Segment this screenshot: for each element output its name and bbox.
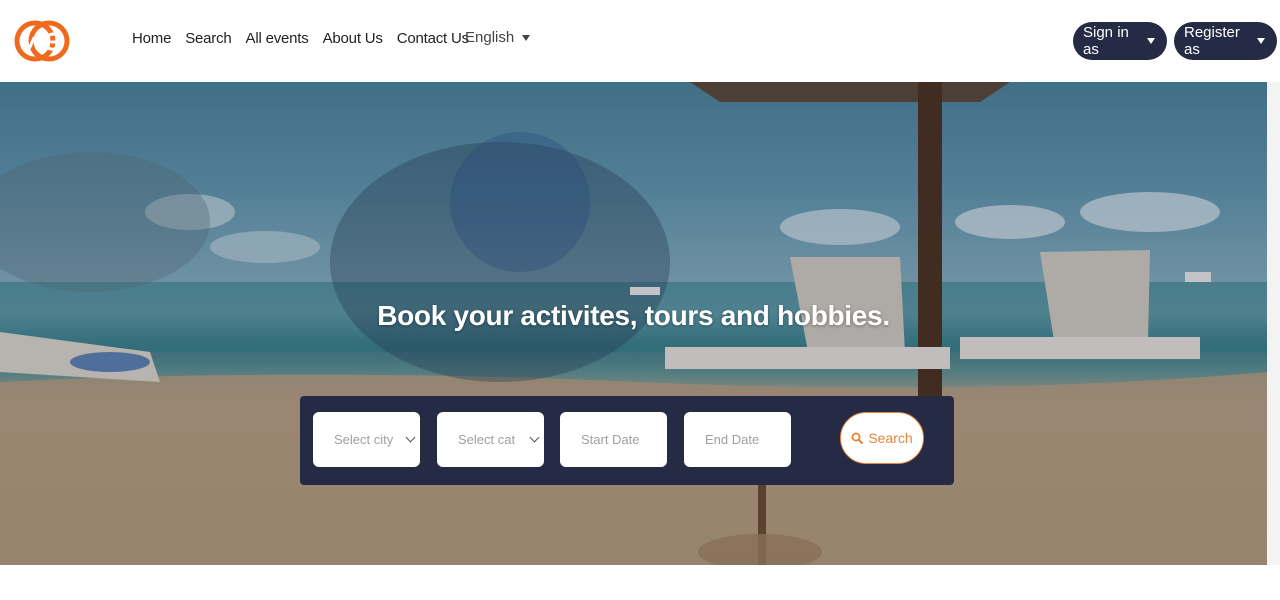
caret-down-icon — [1257, 38, 1265, 44]
search-button[interactable]: Search — [840, 412, 924, 464]
top-navbar: Home Search All events About Us Contact … — [0, 0, 1280, 82]
sign-in-as-button[interactable]: Sign in as — [1073, 22, 1167, 60]
language-label: English — [465, 29, 515, 46]
chevron-down-icon — [529, 432, 540, 443]
category-select[interactable]: Select cat — [437, 412, 544, 467]
sign-in-label: Sign in as — [1083, 24, 1129, 58]
nav-home-link[interactable]: Home — [132, 30, 171, 47]
page-scrollbar[interactable] — [1267, 82, 1280, 565]
language-dropdown[interactable]: English — [465, 29, 531, 46]
start-date-placeholder: Start Date — [581, 432, 640, 447]
main-nav: Home Search All events About Us Contact … — [132, 30, 469, 47]
start-date-input[interactable]: Start Date — [560, 412, 667, 467]
hero-banner: Book your activites, tours and hobbies. … — [0, 82, 1267, 565]
chevron-down-icon — [405, 432, 416, 443]
city-select-placeholder: Select city — [334, 432, 394, 447]
hero-headline: Book your activites, tours and hobbies. — [377, 300, 890, 331]
nav-search-link[interactable]: Search — [185, 30, 232, 47]
register-label: Register as — [1184, 24, 1240, 58]
search-panel: Select city Select cat Start Date End Da… — [300, 396, 954, 485]
end-date-input[interactable]: End Date — [684, 412, 791, 467]
nav-about-us-link[interactable]: About Us — [323, 30, 383, 47]
nav-contact-us-link[interactable]: Contact Us — [397, 30, 469, 47]
city-select[interactable]: Select city — [313, 412, 420, 467]
caret-down-icon — [522, 34, 531, 41]
category-select-placeholder: Select cat — [458, 432, 516, 447]
brand-logo[interactable] — [14, 20, 70, 62]
nav-all-events-link[interactable]: All events — [246, 30, 309, 47]
end-date-placeholder: End Date — [705, 432, 760, 447]
search-button-label: Search — [868, 430, 913, 446]
caret-down-icon — [1147, 38, 1155, 44]
register-as-button[interactable]: Register as — [1174, 22, 1277, 60]
search-icon — [851, 432, 864, 444]
